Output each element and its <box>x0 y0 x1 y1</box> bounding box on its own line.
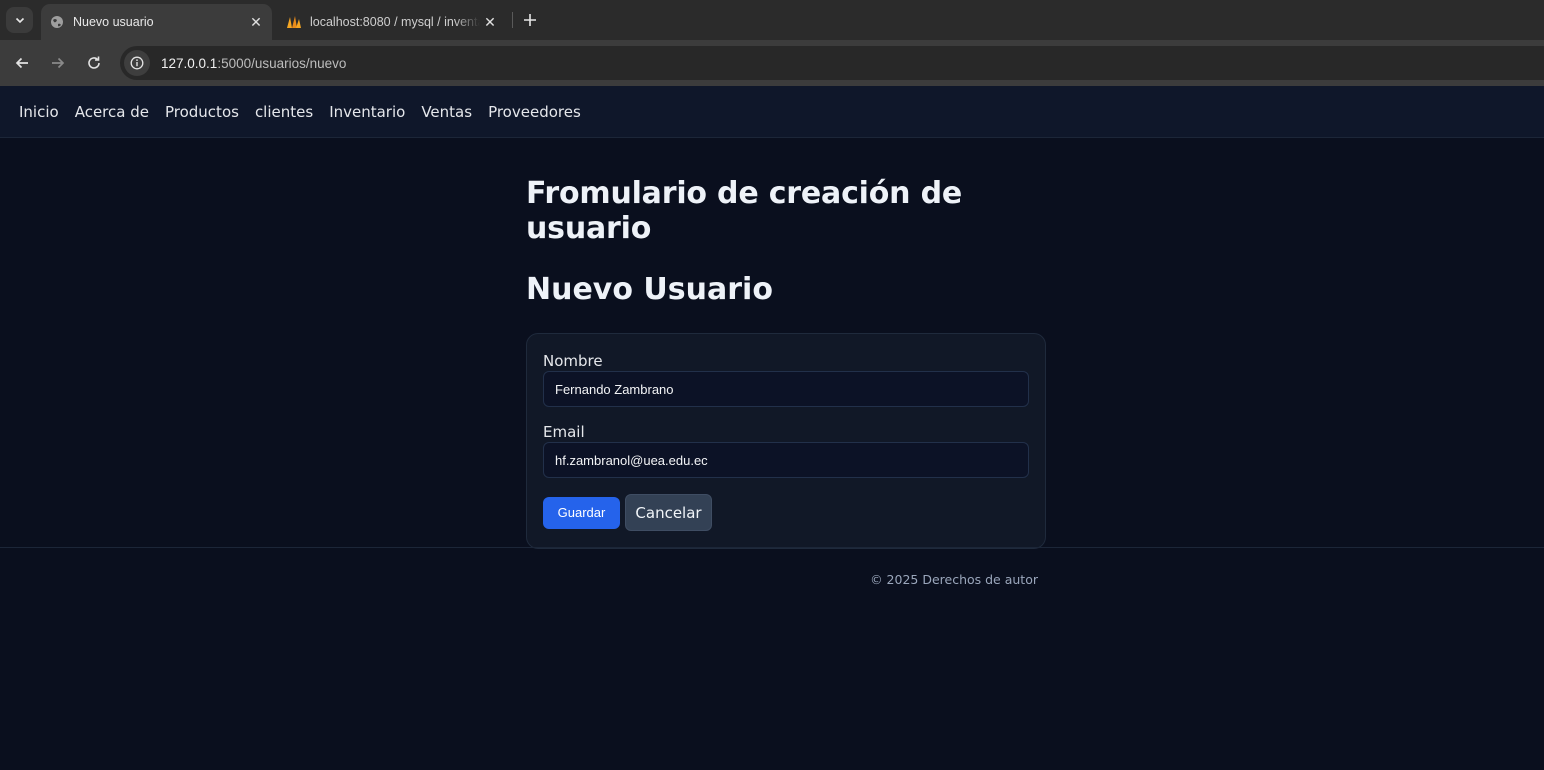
back-button[interactable] <box>11 52 33 74</box>
email-label: Email <box>543 423 585 441</box>
tab-search-button[interactable] <box>6 7 33 33</box>
tab-separator <box>512 12 513 28</box>
nav-link-clientes[interactable]: clientes <box>255 103 313 121</box>
close-tab-icon[interactable]: ✕ <box>246 12 266 32</box>
arrow-left-icon <box>15 57 28 69</box>
nav-link-inicio[interactable]: Inicio <box>19 103 59 121</box>
globe-icon <box>49 14 65 30</box>
nombre-label: Nombre <box>543 352 603 370</box>
nav-link-ventas[interactable]: Ventas <box>421 103 472 121</box>
form-actions: Guardar Cancelar <box>543 494 1029 531</box>
main-content: Fromulario de creación de usuario Nuevo … <box>526 138 1046 549</box>
close-tab-icon[interactable]: ✕ <box>480 12 500 32</box>
tab-nuevo-usuario[interactable]: Nuevo usuario ✕ <box>41 4 272 40</box>
forward-button[interactable] <box>47 52 69 74</box>
nav-link-acerca-de[interactable]: Acerca de <box>75 103 149 121</box>
cancel-button[interactable]: Cancelar <box>625 494 712 531</box>
url-path: :5000/usuarios/nuevo <box>217 55 347 71</box>
email-input[interactable] <box>543 442 1029 478</box>
chevron-down-icon <box>15 17 24 24</box>
nombre-input[interactable] <box>543 371 1029 407</box>
new-tab-button[interactable] <box>518 9 542 31</box>
site-info-icon[interactable] <box>124 50 150 76</box>
arrow-right-icon <box>52 57 65 69</box>
site-navbar: Inicio Acerca de Productos clientes Inve… <box>0 86 1544 138</box>
address-bar[interactable]: 127.0.0.1:5000/usuarios/nuevo <box>120 46 1544 80</box>
footer-copyright: © 2025 Derechos de autor <box>870 572 1038 587</box>
user-form-card: Nombre Email Guardar Cancelar <box>526 333 1046 549</box>
browser-toolbar: 127.0.0.1:5000/usuarios/nuevo <box>0 40 1544 86</box>
tab-phpmyadmin[interactable]: localhost:8080 / mysql / inventa ✕ <box>278 4 506 40</box>
page-title: Fromulario de creación de usuario <box>526 176 962 246</box>
browser-tab-bar: Nuevo usuario ✕ localhost:8080 / mysql /… <box>0 0 1544 40</box>
page: Inicio Acerca de Productos clientes Inve… <box>0 86 1544 770</box>
plus-icon <box>524 14 536 26</box>
phpmyadmin-icon <box>286 14 302 30</box>
url-text: 127.0.0.1:5000/usuarios/nuevo <box>161 56 346 71</box>
save-button[interactable]: Guardar <box>543 496 620 529</box>
tab-title: Nuevo usuario <box>73 15 154 29</box>
tab-title: localhost:8080 / mysql / inventa <box>310 15 480 29</box>
form-title: Nuevo Usuario <box>526 272 773 307</box>
reload-button[interactable] <box>83 52 105 74</box>
nav-link-productos[interactable]: Productos <box>165 103 239 121</box>
nav-link-proveedores[interactable]: Proveedores <box>488 103 581 121</box>
footer-divider <box>0 547 1544 548</box>
nav-link-inventario[interactable]: Inventario <box>329 103 405 121</box>
reload-icon <box>88 56 100 69</box>
url-host: 127.0.0.1 <box>161 55 218 71</box>
